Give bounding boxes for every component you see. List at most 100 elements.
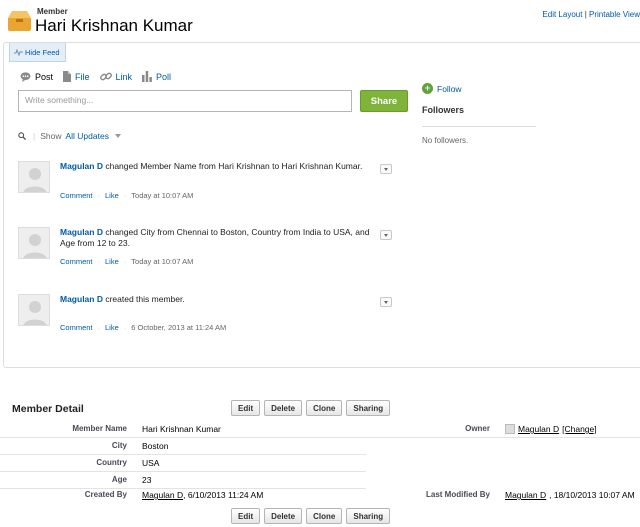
feed-pulse-icon	[14, 48, 23, 56]
page-title: Hari Krishnan Kumar	[35, 16, 193, 35]
detail-button-row-top: Edit Delete Clone Sharing	[231, 400, 391, 416]
tab-poll-label: Poll	[156, 71, 172, 82]
feed-item-body: Magulan D changed Member Name from Hari …	[60, 161, 370, 172]
filter-divider: |	[33, 131, 36, 141]
meta-dot: ·	[97, 257, 101, 266]
modified-date: , 18/10/2013 10:07 AM	[549, 490, 635, 500]
member-name-value: Hari Krishnan Kumar	[142, 424, 221, 434]
meta-dot: ·	[123, 323, 127, 332]
like-link[interactable]: Like	[105, 323, 119, 332]
comment-link[interactable]: Comment	[60, 191, 93, 200]
user-silhouette-icon	[23, 168, 47, 192]
member-name-label: Member Name	[72, 424, 127, 433]
feed-item-text: changed Member Name from Hari Krishnan t…	[102, 161, 363, 171]
divider	[422, 126, 536, 127]
feed-item-meta: Comment · Like · Today at 10:07 AM	[60, 257, 193, 266]
sharing-button[interactable]: Sharing	[346, 400, 391, 416]
header-links: Edit Layout | Printable View	[542, 10, 640, 19]
detail-row-member-name: Member Name Hari Krishnan Kumar Owner Ma…	[0, 421, 640, 438]
created-date: , 6/10/2013 11:24 AM	[183, 490, 264, 500]
sharing-button[interactable]: Sharing	[346, 508, 391, 524]
city-label: City	[111, 441, 127, 450]
like-link[interactable]: Like	[105, 191, 119, 200]
owner-link[interactable]: Magulan D	[518, 424, 559, 434]
feed-item-timestamp: Today at 10:07 AM	[131, 191, 194, 200]
user-silhouette-icon	[23, 234, 47, 258]
feed-item: Magulan D changed City from Chennai to B…	[18, 227, 394, 267]
followers-heading: Followers	[422, 105, 465, 115]
hide-feed-toggle[interactable]: Hide Feed	[9, 43, 66, 62]
filter-show-label: Show	[40, 131, 62, 141]
follow-label: Follow	[437, 83, 462, 94]
last-modified-by-label: Last Modified By	[425, 490, 490, 499]
city-value: Boston	[142, 441, 169, 451]
change-owner-link[interactable]: [Change]	[562, 424, 597, 434]
poll-icon	[142, 71, 152, 82]
clone-button[interactable]: Clone	[306, 400, 343, 416]
tab-file[interactable]: File	[63, 71, 90, 82]
tab-poll[interactable]: Poll	[142, 71, 171, 82]
tab-link-label: Link	[115, 71, 133, 82]
detail-row-country: Country USA	[0, 455, 640, 472]
feed-item-actor[interactable]: Magulan D	[60, 227, 103, 237]
comment-link[interactable]: Comment	[60, 323, 93, 332]
search-icon[interactable]	[18, 132, 26, 140]
feed-item-body: Magulan D changed City from Chennai to B…	[60, 227, 370, 249]
meta-dot: ·	[97, 323, 101, 332]
printable-view-link[interactable]: Printable View	[589, 10, 640, 19]
file-icon	[63, 71, 72, 82]
chevron-down-icon[interactable]	[114, 134, 121, 138]
feed-item-menu-button[interactable]	[380, 297, 392, 307]
edit-button[interactable]: Edit	[231, 508, 261, 524]
meta-dot: ·	[97, 191, 101, 200]
modified-by-link[interactable]: Magulan D	[505, 490, 546, 500]
country-value: USA	[142, 458, 160, 468]
created-by-link[interactable]: Magulan D	[142, 490, 183, 500]
avatar[interactable]	[18, 161, 50, 193]
feed-item-text: changed City from Chennai to Boston, Cou…	[60, 227, 370, 248]
section-title: Member Detail	[12, 403, 84, 415]
page-header: Member Hari Krishnan Kumar Edit Layout |…	[0, 0, 640, 40]
feed-item-menu-button[interactable]	[380, 164, 392, 174]
link-separator: |	[584, 10, 587, 19]
age-value: 23	[142, 475, 152, 485]
like-link[interactable]: Like	[105, 257, 119, 266]
tab-link[interactable]: Link	[99, 71, 133, 82]
feed-item-actor[interactable]: Magulan D	[60, 294, 103, 304]
owner-value: Magulan D [Change]	[505, 424, 597, 434]
delete-button[interactable]: Delete	[264, 508, 303, 524]
feed-item-body: Magulan D created this member.	[60, 294, 370, 305]
avatar	[505, 424, 515, 434]
feed-item-meta: Comment · Like · Today at 10:07 AM	[60, 191, 193, 200]
feed-item-timestamp: Today at 10:07 AM	[131, 257, 194, 266]
chatter-feed-panel: Hide Feed Post File Link Poll Write some…	[3, 42, 640, 368]
last-modified-by-value: Magulan D, 18/10/2013 10:07 AM	[505, 490, 635, 500]
avatar[interactable]	[18, 294, 50, 326]
post-input[interactable]: Write something...	[18, 90, 352, 112]
feed-item-actor[interactable]: Magulan D	[60, 161, 103, 171]
edit-layout-link[interactable]: Edit Layout	[542, 10, 582, 19]
comment-link[interactable]: Comment	[60, 257, 93, 266]
created-by-label: Created By	[84, 490, 127, 499]
publisher-tabs: Post File Link Poll	[20, 71, 171, 82]
edit-button[interactable]: Edit	[231, 400, 261, 416]
tab-file-label: File	[75, 71, 90, 82]
delete-button[interactable]: Delete	[264, 400, 303, 416]
feed-item: Magulan D created this member. Comment · …	[18, 294, 394, 334]
detail-row-city: City Boston	[0, 438, 640, 455]
feed-item-meta: Comment · Like · 6 October, 2013 at 11:24 …	[60, 323, 226, 332]
age-label: Age	[111, 475, 127, 484]
follow-button[interactable]: + Follow	[422, 83, 462, 94]
filter-dropdown[interactable]: All Updates	[65, 131, 108, 141]
member-object-icon	[8, 11, 31, 31]
plus-icon: +	[422, 83, 433, 94]
tab-post[interactable]: Post	[20, 71, 53, 82]
meta-dot: ·	[123, 191, 127, 200]
avatar[interactable]	[18, 227, 50, 259]
user-silhouette-icon	[23, 301, 47, 325]
clone-button[interactable]: Clone	[306, 508, 343, 524]
share-button[interactable]: Share	[360, 90, 408, 112]
country-label: Country	[96, 458, 127, 467]
owner-label: Owner	[465, 424, 490, 433]
feed-item-menu-button[interactable]	[380, 230, 392, 240]
